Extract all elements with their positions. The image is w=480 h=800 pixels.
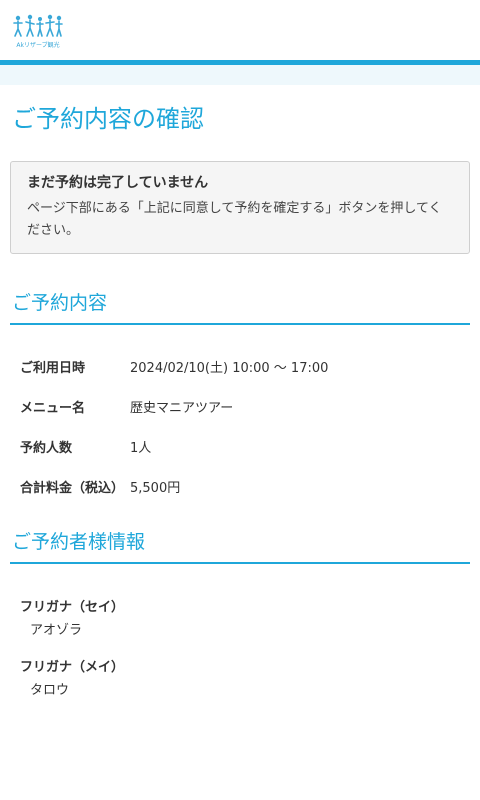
notice-box: まだ予約は完了していません ページ下部にある「上記に同意して予約を確定する」ボタ… <box>10 161 470 254</box>
detail-row-price: 合計料金（税込） 5,500円 <box>10 479 470 499</box>
site-header: Akリザーブ観光 <box>0 0 480 60</box>
customer-section-heading: ご予約者様情報 <box>10 527 470 564</box>
customer-field-kana-sei: フリガナ（セイ） アオゾラ <box>10 598 470 644</box>
detail-value: 2024/02/10(土) 10:00 〜 17:00 <box>130 361 329 376</box>
logo[interactable]: Akリザーブ観光 <box>12 14 64 49</box>
sub-header-band <box>0 65 480 85</box>
logo-text: Akリザーブ観光 <box>16 42 60 49</box>
customer-section-title: ご予約者様情報 <box>12 531 146 553</box>
detail-value: 1人 <box>130 441 152 456</box>
reservation-section-heading: ご予約内容 <box>10 288 470 325</box>
customer-details: フリガナ（セイ） アオゾラ フリガナ（メイ） タロウ <box>10 598 470 704</box>
field-label: フリガナ（メイ） <box>20 660 125 675</box>
detail-row-people: 予約人数 1人 <box>10 439 470 459</box>
reservation-section-title: ご予約内容 <box>12 292 108 314</box>
field-value: タロウ <box>30 683 70 698</box>
detail-label: メニュー名 <box>20 401 86 416</box>
notice-body: ページ下部にある「上記に同意して予約を確定する」ボタンを押してください。 <box>27 201 442 238</box>
detail-label: 合計料金（税込） <box>20 481 125 496</box>
reservation-details: ご利用日時 2024/02/10(土) 10:00 〜 17:00 メニュー名 … <box>10 359 470 499</box>
detail-row-datetime: ご利用日時 2024/02/10(土) 10:00 〜 17:00 <box>10 359 470 379</box>
notice-title: まだ予約は完了していません <box>27 175 209 191</box>
field-value: アオゾラ <box>30 623 83 638</box>
detail-value: 5,500円 <box>130 481 181 496</box>
customer-field-kana-mei: フリガナ（メイ） タロウ <box>10 658 470 704</box>
detail-label: ご利用日時 <box>20 361 86 376</box>
field-label: フリガナ（セイ） <box>20 600 125 615</box>
detail-row-menu: メニュー名 歴史マニアツアー <box>10 399 470 419</box>
people-icon <box>13 14 63 37</box>
detail-label: 予約人数 <box>20 441 73 456</box>
detail-value: 歴史マニアツアー <box>130 401 234 416</box>
page-title: ご予約内容の確認 <box>12 105 204 133</box>
